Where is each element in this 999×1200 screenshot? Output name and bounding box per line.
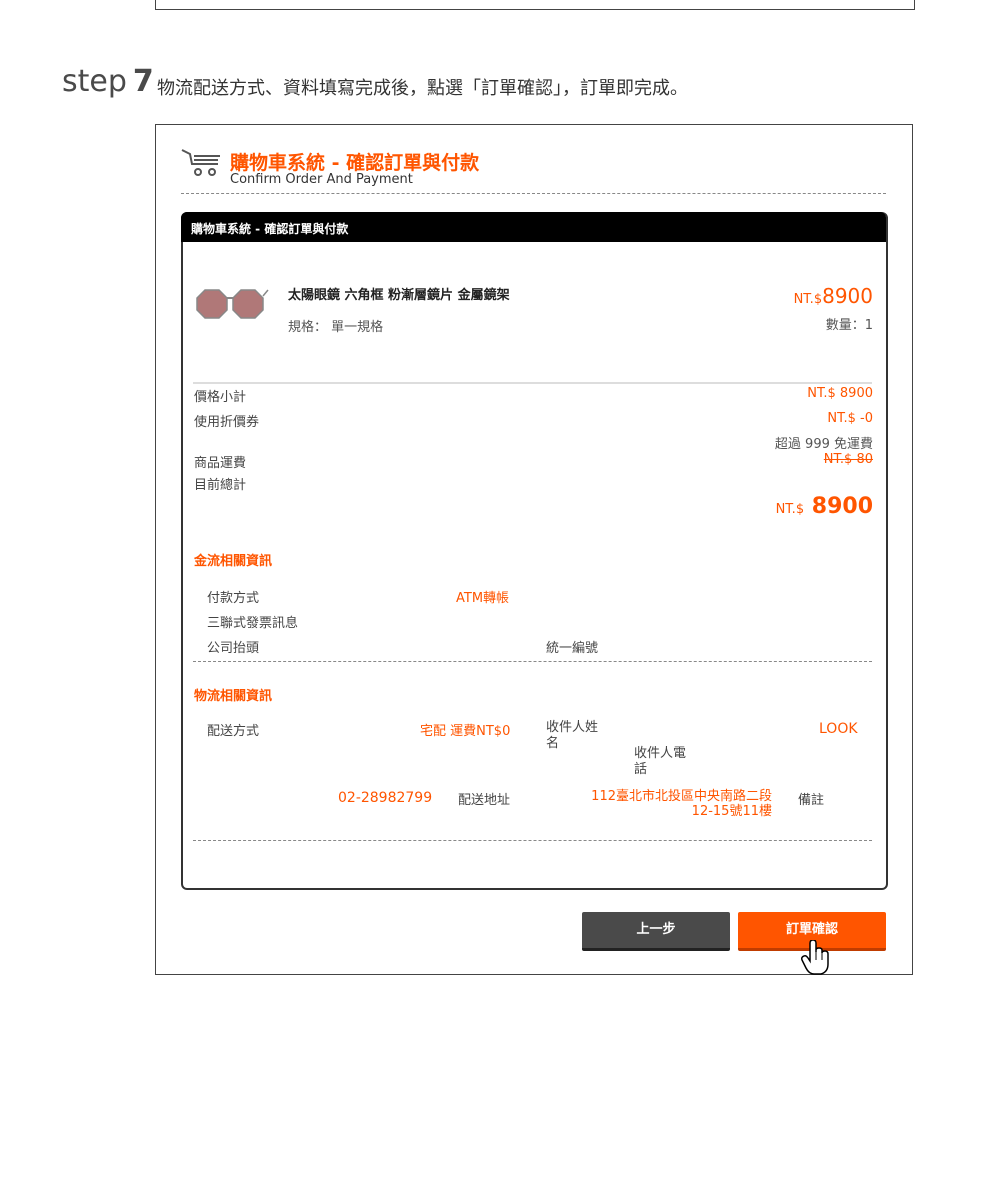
delivery-label: 配送方式 [207,724,260,739]
step-label: step [62,64,127,99]
divider [193,382,872,384]
address-line-2: 12-15號11樓 [691,804,772,819]
product-price: NT.$8900 [794,284,873,308]
page-subtitle: Confirm Order And Payment [230,172,413,187]
shipping-label: 商品運費 [194,456,247,471]
coupon-value: NT.$ -0 [827,411,873,426]
address-label: 配送地址 [458,793,511,808]
order-panel [181,212,888,890]
shipping-value: NT.$ 80 [823,452,873,467]
step-number: 7 [132,64,154,99]
address-line-1: 112臺北市北投區中央南路二段 [591,789,772,804]
free-shipping-note: 超過 999 免運費 [774,437,873,452]
panel-header: 購物車系統 - 確認訂單與付款 [181,212,886,242]
delivery-value: 宅配 運費NT$0 [420,724,511,739]
product-spec: 規格： 單一規格 [288,320,384,335]
recipient-name-value: LOOK [819,721,858,737]
divider [193,840,872,841]
subtotal-label: 價格小計 [194,390,247,405]
tax-id-label: 統一編號 [546,641,599,656]
shopping-cart-icon [181,149,220,176]
step-heading: step 7 [62,64,154,99]
previous-step-button[interactable]: 上一步 [582,912,730,951]
total-label: 目前總計 [194,478,247,493]
total-amount: NT.$ 8900 [776,494,873,519]
payment-method-label: 付款方式 [207,591,260,606]
sunglasses-thumbnail [196,289,269,319]
hand-cursor-icon [801,940,829,975]
page-title: 購物車系統 - 確認訂單與付款 [230,152,480,174]
total-prefix: NT.$ [775,502,805,517]
product-quantity: 數量：1 [825,318,873,333]
company-label: 公司抬頭 [207,641,260,656]
total-value: 8900 [811,494,873,519]
divider [193,661,872,662]
divider [181,193,886,194]
invoice-label: 三聯式發票訊息 [207,616,299,631]
recipient-name-label: 收件人姓名 [546,720,599,751]
coupon-label: 使用折價券 [194,415,260,430]
previous-step-frame [155,0,915,10]
panel-title: 購物車系統 - 確認訂單與付款 [191,222,349,236]
payment-section-title: 金流相關資訊 [194,554,273,569]
recipient-phone-label: 收件人電話 [634,746,687,777]
payment-method-value: ATM轉帳 [456,591,510,606]
product-price-prefix: NT.$ [793,292,823,307]
logistics-section-title: 物流相關資訊 [194,689,273,704]
product-price-value: 8900 [822,284,873,308]
address-value: 112臺北市北投區中央南路二段 12-15號11樓 [568,789,772,819]
step-description: 物流配送方式、資料填寫完成後，點選「訂單確認」，訂單即完成。 [157,78,688,99]
product-name[interactable]: 太陽眼鏡 六角框 粉漸層鏡片 金屬鏡架 [288,284,510,303]
note-label: 備註 [798,793,825,808]
recipient-phone-value: 02-28982799 [338,790,433,806]
subtotal-value: NT.$ 8900 [807,386,873,401]
